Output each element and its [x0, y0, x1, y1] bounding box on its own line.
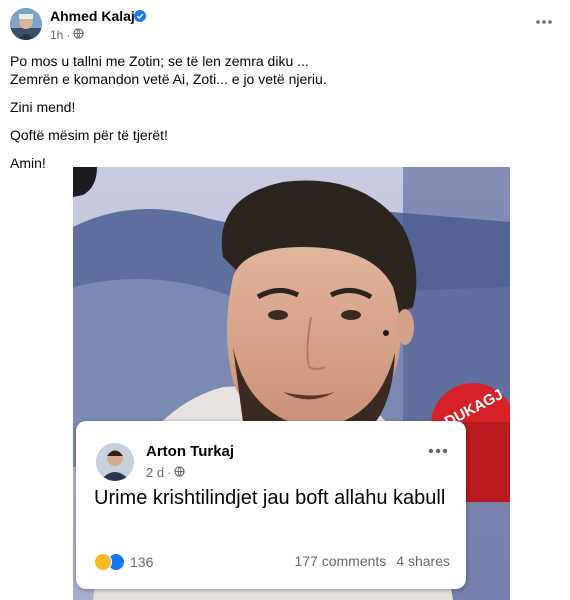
caption-line: Zemrën e komandon vetë Ai, Zoti... e jo …: [10, 71, 327, 87]
caption-line: Po mos u tallni me Zotin; se të len zemr…: [10, 53, 309, 69]
post-time[interactable]: 1h: [50, 28, 63, 42]
card-footer: 136 177 comments 4 shares: [94, 553, 450, 573]
post-options-button[interactable]: [530, 8, 558, 36]
post-header: Ahmed Kalaja 1h ·: [0, 0, 570, 46]
reaction-count: 136: [130, 554, 154, 570]
privacy-globe-icon[interactable]: [73, 28, 85, 42]
separator-dot: ·: [66, 28, 71, 42]
separator-dot: ·: [167, 465, 172, 480]
caption-paragraph: Qoftë mësim për të tjerët!: [10, 127, 168, 143]
post-meta: 1h ·: [50, 28, 85, 42]
caption-paragraph: Zini mend!: [10, 99, 76, 115]
card-meta: 2 d ·: [146, 465, 186, 480]
card-time[interactable]: 2 d: [146, 465, 164, 480]
card-stats: 177 comments 4 shares: [294, 553, 450, 569]
comments-count[interactable]: 177 comments: [294, 553, 386, 569]
more-dots-icon: [428, 448, 448, 454]
haha-reaction-icon: [94, 553, 112, 571]
author-name[interactable]: Ahmed Kalaja: [50, 8, 143, 24]
caption-paragraph: Po mos u tallni me Zotin; se të len zemr…: [10, 52, 550, 88]
embedded-post-card: Arton Turkaj 2 d · Urime krishtilindjet …: [76, 421, 466, 589]
reactions-summary[interactable]: 136: [94, 553, 153, 571]
post-caption: Po mos u tallni me Zotin; se të len zemr…: [10, 52, 550, 182]
privacy-globe-icon: [174, 465, 186, 480]
author-avatar[interactable]: [10, 8, 42, 40]
card-author-avatar[interactable]: [96, 443, 134, 481]
more-dots-icon: [536, 20, 552, 24]
verified-badge-icon: [134, 9, 146, 22]
card-options-button[interactable]: [426, 443, 450, 459]
shares-count[interactable]: 4 shares: [396, 553, 450, 569]
card-author-name[interactable]: Arton Turkaj: [146, 443, 234, 460]
card-post-text: Urime krishtilindjet jau boft allahu kab…: [94, 487, 446, 509]
